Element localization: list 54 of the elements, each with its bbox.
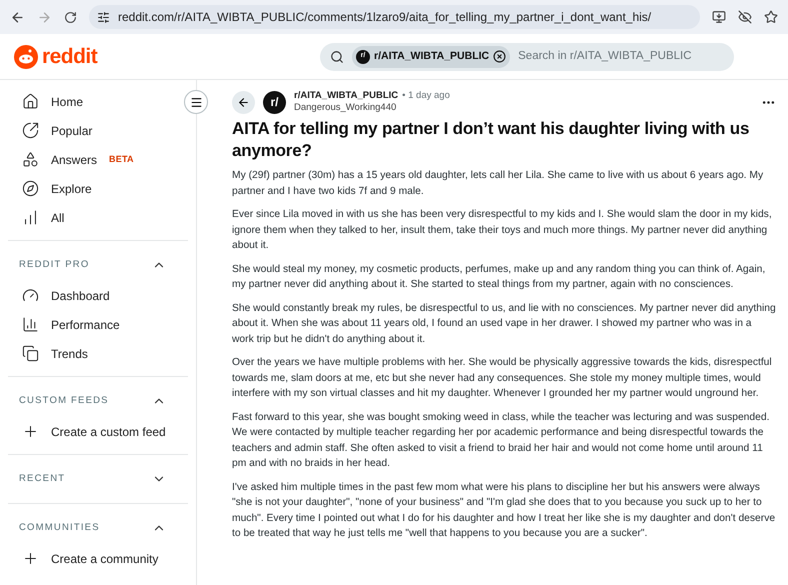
menu-button[interactable] bbox=[184, 90, 208, 114]
sidebar-item[interactable]: Answers BETA bbox=[0, 145, 196, 174]
sidebar-item[interactable]: Popular bbox=[0, 116, 196, 145]
bookmark-icon[interactable] bbox=[764, 10, 778, 24]
back-icon[interactable] bbox=[10, 10, 25, 24]
address-bar[interactable]: reddit.com/r/AITA_WIBTA_PUBLIC/comments/1lzaro9/aita_for_telling_my_partner_i_dont_want_his/ bbox=[89, 5, 700, 29]
bar-chart-icon bbox=[22, 209, 39, 226]
home-icon bbox=[22, 93, 39, 110]
sidebar-item[interactable]: Create a custom feed bbox=[0, 417, 196, 446]
install-icon[interactable] bbox=[712, 10, 726, 24]
menu-icon bbox=[190, 96, 202, 108]
section-header[interactable]: COMMUNITIES bbox=[8, 512, 188, 544]
plus-icon bbox=[22, 550, 39, 567]
search-icon bbox=[330, 50, 344, 64]
compass-icon bbox=[22, 180, 39, 197]
post-paragraph: Ever since Lila moved in with us she has been very disrespectful to my kids and I. She would slam the door in my kids, ignore them when they talked to her, insult them, take their toys and much more things. My partner never did anything about it. bbox=[232, 208, 773, 253]
beta-label: BETA bbox=[109, 152, 134, 166]
post-title: AITA for telling my partner I don’t want his daughter living with us anymore? bbox=[232, 118, 750, 162]
reload-icon[interactable] bbox=[64, 10, 77, 24]
sidebar-item[interactable]: Dashboard bbox=[0, 281, 196, 310]
arrow-circle-icon bbox=[22, 122, 39, 139]
plus-icon bbox=[22, 423, 39, 440]
sidebar-item[interactable]: Create a community bbox=[0, 544, 196, 573]
chip-label: r/AITA_WIBTA_PUBLIC bbox=[374, 48, 490, 64]
search-input[interactable]: Search in r/AITA_WIBTA_PUBLIC bbox=[518, 48, 724, 66]
community-avatar[interactable]: r/ bbox=[263, 90, 286, 114]
post-paragraph: Over the years we have multiple problems with her. She would be physically aggressive towards the kids, disrespectful towards me, slam doors at me, etc but she never had any consequences. She stole my money multiple times, would interfere with my son virtual classes and hit my daughter. Whenever I grounded her my partner would unground her. bbox=[232, 356, 773, 401]
sidebar-item[interactable]: All bbox=[0, 203, 196, 232]
gauge-icon bbox=[22, 287, 39, 304]
post-paragraph: Fast forward to this year, she was bought smoking weed in class, while the teacher was lecturing and was suspended. We were contacted by multiple teacher regarding her por academic performance and being disrespectful towards the teachers and admin staff. She often asked to visit a friend to braid her hair and would not come home until around 11 pm and with no braids in her head. bbox=[232, 410, 770, 471]
post-paragraph: My (29f) partner (30m) has a 15 years old daughter, lets call her Lila. She came to live with us about 6 years ago. My partner and I have two kids 7f and 9 male. bbox=[232, 169, 764, 198]
shapes-icon bbox=[22, 151, 39, 168]
sidebar-item[interactable]: Home bbox=[0, 87, 196, 116]
back-arrow-icon bbox=[237, 96, 250, 108]
post-paragraph: I've asked him multiple times in the past few mom what were his plans to discipline her but his answers were always "she is not your daughter", "none of your business" and "I'm glad she does that to you because you suck up to her to much". Every time I pointed out what I do for his daughter and how I treat her like she is my daughter and don't deserve to be treated that way he just tells me "well that happens to you because you are a sucker". bbox=[232, 480, 776, 541]
sidebar-item[interactable]: Trends bbox=[0, 339, 196, 368]
section-header[interactable]: CUSTOM FEEDS bbox=[8, 385, 188, 417]
post-time: • 1 day ago bbox=[402, 90, 450, 102]
section-header[interactable]: RECENT bbox=[8, 463, 188, 495]
back-button[interactable] bbox=[232, 90, 255, 114]
sidebar-item[interactable]: Explore bbox=[0, 174, 196, 203]
community-name[interactable]: r/AITA_WIBTA_PUBLIC bbox=[294, 90, 398, 102]
post-paragraph: She would steal my money, my cosmetic products, perfumes, make up and any random thing you can think of. Again, my partner never did anything about it. She started to steal things from my partner, again with no consciences. bbox=[232, 262, 766, 292]
url-text: reddit.com/r/AITA_WIBTA_PUBLIC/comments/1lzaro9/aita_for_telling_my_partner_i_dont_want_his/ bbox=[118, 9, 652, 26]
stacked-squares-icon bbox=[22, 345, 39, 362]
site-info-icon[interactable] bbox=[97, 10, 110, 24]
bar-chart-icon bbox=[22, 316, 39, 333]
sidebar-item[interactable]: Performance bbox=[0, 310, 196, 339]
post-paragraph: She would constantly break my rules, be disrespectful to us, and lie with no consciences. My partner never did anything about it. When she was about 11 years old, I found an used vape in her drawer. I showed my partner who was in a work trip but he didn't do anything about it. bbox=[232, 302, 776, 346]
alien-logo-icon bbox=[14, 44, 38, 68]
clear-icon[interactable] bbox=[493, 50, 506, 63]
author-name[interactable]: Dangerous_Working440 bbox=[294, 102, 753, 114]
eye-off-icon[interactable] bbox=[738, 10, 752, 24]
section-header[interactable]: REDDIT PRO bbox=[8, 249, 188, 281]
